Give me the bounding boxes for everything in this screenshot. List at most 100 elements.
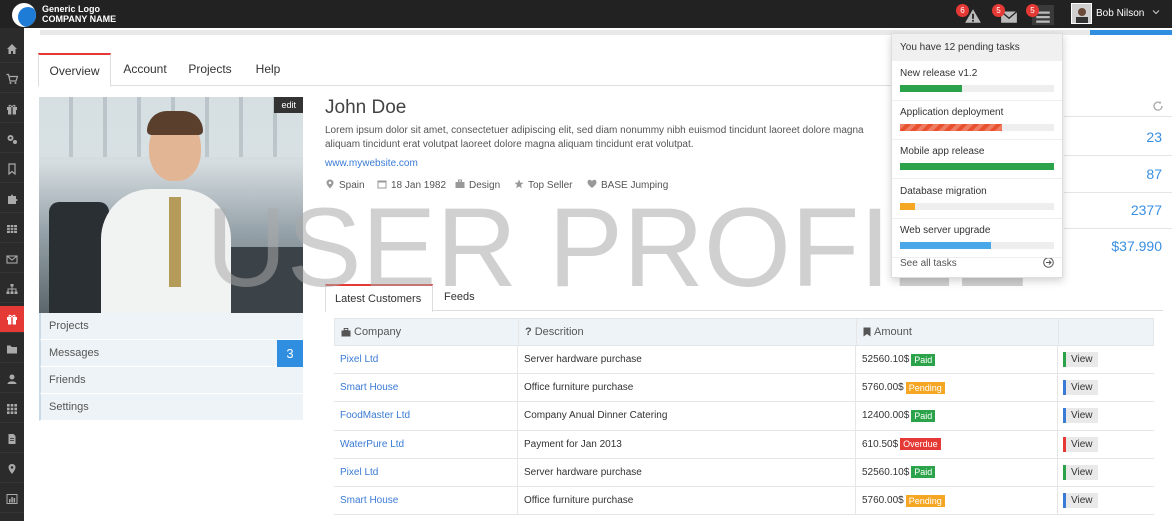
rank-label: Top Seller [528,180,573,191]
bookmark-icon [863,327,871,337]
view-button[interactable]: View [1063,464,1098,480]
company-link[interactable]: Pixel Ltd [334,458,518,486]
tab-feeds[interactable]: Feeds [444,284,484,311]
company-link[interactable]: Smart House [334,374,518,402]
view-button[interactable]: View [1063,352,1098,368]
side-menu-settings[interactable]: Settings [39,394,303,421]
header-company: Company [335,319,519,345]
header-amount: Amount [857,319,1059,345]
table-row: Smart House Office furniture purchase 5760… [334,487,1154,516]
chevron-down-icon [1152,10,1160,15]
briefcase-icon [341,327,351,336]
sidebar-item-bar-chart[interactable] [0,486,24,513]
row-amount-cell: 52560.10$ Paid [856,458,1058,486]
row-description: Company Anual Dinner Catering [518,402,856,430]
status-badge: Paid [911,466,936,479]
sidebar-item-gift[interactable] [0,306,24,333]
sidebar-item-gears[interactable] [0,126,24,153]
row-description: Office furniture purchase [518,374,856,402]
sidebar-item-map-marker[interactable] [0,456,24,483]
alerts-button[interactable]: 6 [956,4,984,25]
view-button[interactable]: View [1063,408,1098,424]
edit-photo-button[interactable]: edit [274,97,303,113]
sidebar-item-sitemap[interactable] [0,276,24,303]
stat-value-3: 2377 [1130,202,1162,218]
user-icon [7,374,17,384]
row-actions: View [1058,346,1154,373]
sidebar-item-envelope[interactable] [0,246,24,273]
map-marker-icon [326,179,334,189]
profile-website-link[interactable]: www.mywebsite.com [325,158,418,169]
side-menu-messages[interactable]: Messages 3 [39,340,303,367]
company-link[interactable]: Smart House [334,487,518,515]
tasks-dropdown: You have 12 pending tasks See all tasks … [891,33,1063,278]
user-avatar [1071,3,1092,24]
task-item[interactable]: Mobile app release [892,140,1062,180]
user-avatar-icon [1072,4,1091,23]
puzzle-icon [8,194,18,204]
job-label: Design [469,180,501,191]
tab-projects[interactable]: Projects [180,53,240,86]
company-link[interactable]: FoodMaster Ltd [334,402,518,430]
task-progress-bar [900,202,1054,210]
view-button[interactable]: View [1063,493,1098,509]
messages-button[interactable]: 5 [992,4,1020,25]
row-amount: 12400.00$ [862,410,910,422]
meta-location: Spain [325,179,365,191]
row-amount-cell: 12400.00$ Paid [856,402,1058,430]
side-menu-settings-label: Settings [49,401,89,413]
task-item[interactable]: New release v1.2 [892,62,1062,101]
refresh-icon[interactable] [1152,100,1164,112]
sidebar-item-gift[interactable] [0,96,24,123]
view-button[interactable]: View [1063,436,1098,452]
status-badge: Pending [905,381,945,394]
sidebar-item-cart[interactable] [0,66,24,93]
table-row: Pixel Ltd Server hardware purchase 52560.1… [334,346,1154,375]
row-description: Server hardware purchase [518,458,856,486]
task-item[interactable]: Application deployment [892,101,1062,141]
row-description: Payment for Jan 2013 [518,430,856,458]
profile-photo: edit [39,97,303,313]
side-menu-projects[interactable]: Projects [39,313,303,340]
header-description: ? Descrition [519,319,857,345]
file-icon [8,434,16,444]
table-row: FoodMaster Ltd Company Anual Dinner Cater… [334,402,1154,431]
sidebar-item-bookmark[interactable] [0,156,24,183]
profile-description: Lorem ipsum dolor sit amet, consectetuer… [325,125,864,150]
row-amount-cell: 610.50$ Overdue [856,430,1058,458]
map-marker-icon [8,464,16,474]
arrow-circle-right-icon[interactable] [1043,257,1054,268]
sidebar-item-table[interactable] [0,216,24,243]
company-link[interactable]: WaterPure Ltd [334,430,518,458]
tab-help[interactable]: Help [248,53,288,86]
task-progress-fill [900,124,1002,132]
tab-overview[interactable]: Overview [38,53,111,87]
see-all-tasks-link[interactable]: See all tasks [900,258,957,269]
stats-panel: 23 87 2377 $37.990 [1064,95,1172,265]
tab-account[interactable]: Account [116,53,174,86]
user-menu[interactable]: Bob Nilson [1064,0,1172,28]
sidebar-item-file[interactable] [0,426,24,453]
sidebar-item-puzzle[interactable] [0,186,24,213]
view-button[interactable]: View [1063,380,1098,396]
tab-latest-customers[interactable]: Latest Customers [325,284,433,312]
tasks-button[interactable]: 5 [1026,4,1054,25]
sidebar-item-grid[interactable] [0,396,24,423]
sidebar-item-home[interactable] [0,36,24,63]
username-label: Bob Nilson [1096,8,1145,19]
header-company-label: Company [354,326,402,338]
tasks-dropdown-header: You have 12 pending tasks [892,34,1062,61]
side-menu-friends[interactable]: Friends [39,367,303,394]
row-amount: 5760.00$ [862,382,904,394]
row-actions: View [1058,431,1154,458]
task-progress-fill [900,163,1054,171]
sidebar-item-folder[interactable] [0,336,24,363]
task-progress-fill [900,85,962,92]
sidebar-item-user[interactable] [0,366,24,393]
company-logo[interactable]: Generic Logo COMPANY NAME [12,2,122,27]
company-link[interactable]: Pixel Ltd [334,346,518,374]
task-item[interactable]: Database migration [892,180,1062,219]
table-icon [7,225,17,233]
task-progress-bar [900,85,1054,92]
task-item[interactable]: Web server upgrade [892,219,1062,258]
